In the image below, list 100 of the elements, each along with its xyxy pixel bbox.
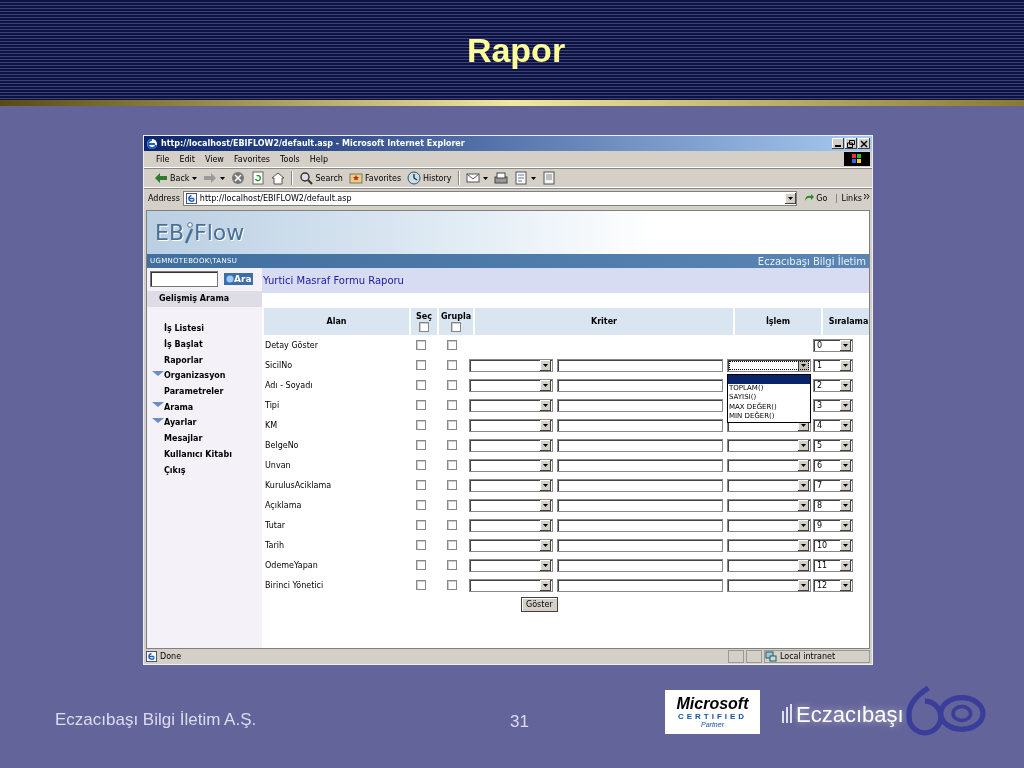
nav-item[interactable]: İş Listesi [147, 321, 262, 337]
nav-item[interactable]: Çıkış [147, 462, 262, 478]
dropdown[interactable] [727, 578, 811, 592]
checkbox[interactable] [416, 560, 426, 570]
dropdown[interactable] [469, 378, 553, 392]
find-button[interactable]: Ara [224, 273, 254, 285]
dropdown[interactable]: 8 [813, 498, 853, 512]
checkbox[interactable] [447, 340, 457, 350]
dropdown[interactable] [469, 498, 553, 512]
criteria-field[interactable] [557, 378, 723, 392]
checkbox[interactable] [419, 321, 429, 332]
criteria-field[interactable] [557, 358, 723, 372]
checkbox[interactable] [416, 360, 426, 370]
dropdown[interactable] [469, 398, 553, 412]
dropdown[interactable] [469, 418, 553, 432]
checkbox[interactable] [416, 500, 426, 510]
nav-item[interactable]: İş Başlat [147, 336, 262, 353]
criteria-field[interactable] [557, 558, 723, 572]
dropdown[interactable]: 12 [813, 578, 853, 592]
show-button[interactable]: Göster [521, 597, 558, 612]
address-field[interactable]: http://localhost/EBIFLOW2/default.asp [182, 190, 798, 206]
dropdown[interactable]: 1 [813, 358, 853, 372]
nav-item[interactable]: Parametreler [147, 383, 262, 400]
dropdown[interactable] [727, 518, 811, 532]
dropdown[interactable] [727, 358, 811, 372]
criteria-field[interactable] [557, 478, 723, 492]
checkbox[interactable] [416, 420, 426, 430]
restore-button[interactable] [845, 138, 857, 149]
checkbox[interactable] [447, 560, 457, 570]
criteria-field[interactable] [557, 538, 723, 552]
checkbox[interactable] [447, 500, 457, 510]
dropdown[interactable]: 6 [813, 458, 853, 472]
checkbox[interactable] [447, 420, 457, 430]
dropdown[interactable]: 3 [813, 398, 853, 412]
checkbox[interactable] [416, 580, 426, 590]
menu-item[interactable]: Tools [276, 154, 304, 164]
nav-item[interactable]: Mesajlar [147, 430, 262, 447]
checkbox[interactable] [416, 380, 426, 390]
toolbar-button[interactable]: Favorites [346, 171, 404, 185]
dropdown[interactable] [469, 478, 553, 492]
menu-item[interactable]: View [200, 154, 228, 164]
checkbox[interactable] [447, 380, 457, 390]
criteria-field[interactable] [557, 498, 723, 512]
nav-item[interactable]: Raporlar [147, 352, 262, 369]
advanced-search-link[interactable]: Gelişmiş Arama [147, 291, 262, 307]
minimize-button[interactable] [832, 138, 844, 149]
toolbar-button[interactable]: History [405, 171, 454, 185]
go-button[interactable]: Go [800, 193, 834, 203]
nav-item[interactable]: Ayarlar [147, 415, 262, 431]
toolbar-button[interactable] [491, 171, 510, 185]
dropdown[interactable] [469, 578, 553, 592]
search-field[interactable] [150, 271, 218, 287]
checkbox[interactable] [416, 520, 426, 530]
nav-item[interactable]: Kullanıcı Kitabı [147, 446, 262, 463]
dropdown[interactable]: 11 [813, 558, 853, 572]
dropdown[interactable] [469, 358, 553, 372]
toolbar-button[interactable]: Search [297, 171, 345, 185]
dropdown[interactable] [727, 538, 811, 552]
toolbar-button[interactable] [463, 171, 490, 185]
dropdown[interactable] [727, 558, 811, 572]
criteria-field[interactable] [557, 458, 723, 472]
checkbox[interactable] [416, 340, 426, 350]
dropdown[interactable] [727, 438, 811, 452]
criteria-field[interactable] [557, 438, 723, 452]
checkbox[interactable] [447, 580, 457, 590]
checkbox[interactable] [416, 540, 426, 550]
dropdown[interactable]: 0 [813, 338, 853, 352]
dropdown[interactable]: 10 [813, 538, 853, 552]
dropdown[interactable] [727, 458, 811, 472]
dropdown[interactable] [469, 518, 553, 532]
checkbox[interactable] [447, 360, 457, 370]
dropdown[interactable] [469, 538, 553, 552]
dropdown[interactable] [727, 478, 811, 492]
criteria-field[interactable] [557, 578, 723, 592]
checkbox[interactable] [447, 520, 457, 530]
nav-item[interactable]: Organizasyon [147, 368, 262, 384]
checkbox[interactable] [416, 460, 426, 470]
menu-item[interactable]: Favorites [229, 154, 274, 164]
menu-item[interactable]: File [152, 154, 174, 164]
toolbar-button[interactable]: Back [152, 171, 200, 185]
checkbox[interactable] [447, 480, 457, 490]
close-button[interactable] [858, 138, 870, 149]
checkbox[interactable] [447, 540, 457, 550]
checkbox[interactable] [416, 480, 426, 490]
dropdown[interactable]: 5 [813, 438, 853, 452]
criteria-field[interactable] [557, 518, 723, 532]
dropdown[interactable] [469, 558, 553, 572]
dropdown[interactable]: 9 [813, 518, 853, 532]
menu-item[interactable]: Help [305, 154, 332, 164]
checkbox[interactable] [447, 400, 457, 410]
toolbar-button[interactable] [201, 171, 228, 185]
dropdown[interactable] [727, 498, 811, 512]
criteria-field[interactable] [557, 398, 723, 412]
checkbox[interactable] [451, 321, 461, 332]
dropdown[interactable] [469, 438, 553, 452]
dropdown[interactable]: 2 [813, 378, 853, 392]
dropdown[interactable]: 7 [813, 478, 853, 492]
checkbox[interactable] [416, 440, 426, 450]
links-button[interactable]: Links [836, 193, 870, 203]
checkbox[interactable] [447, 460, 457, 470]
